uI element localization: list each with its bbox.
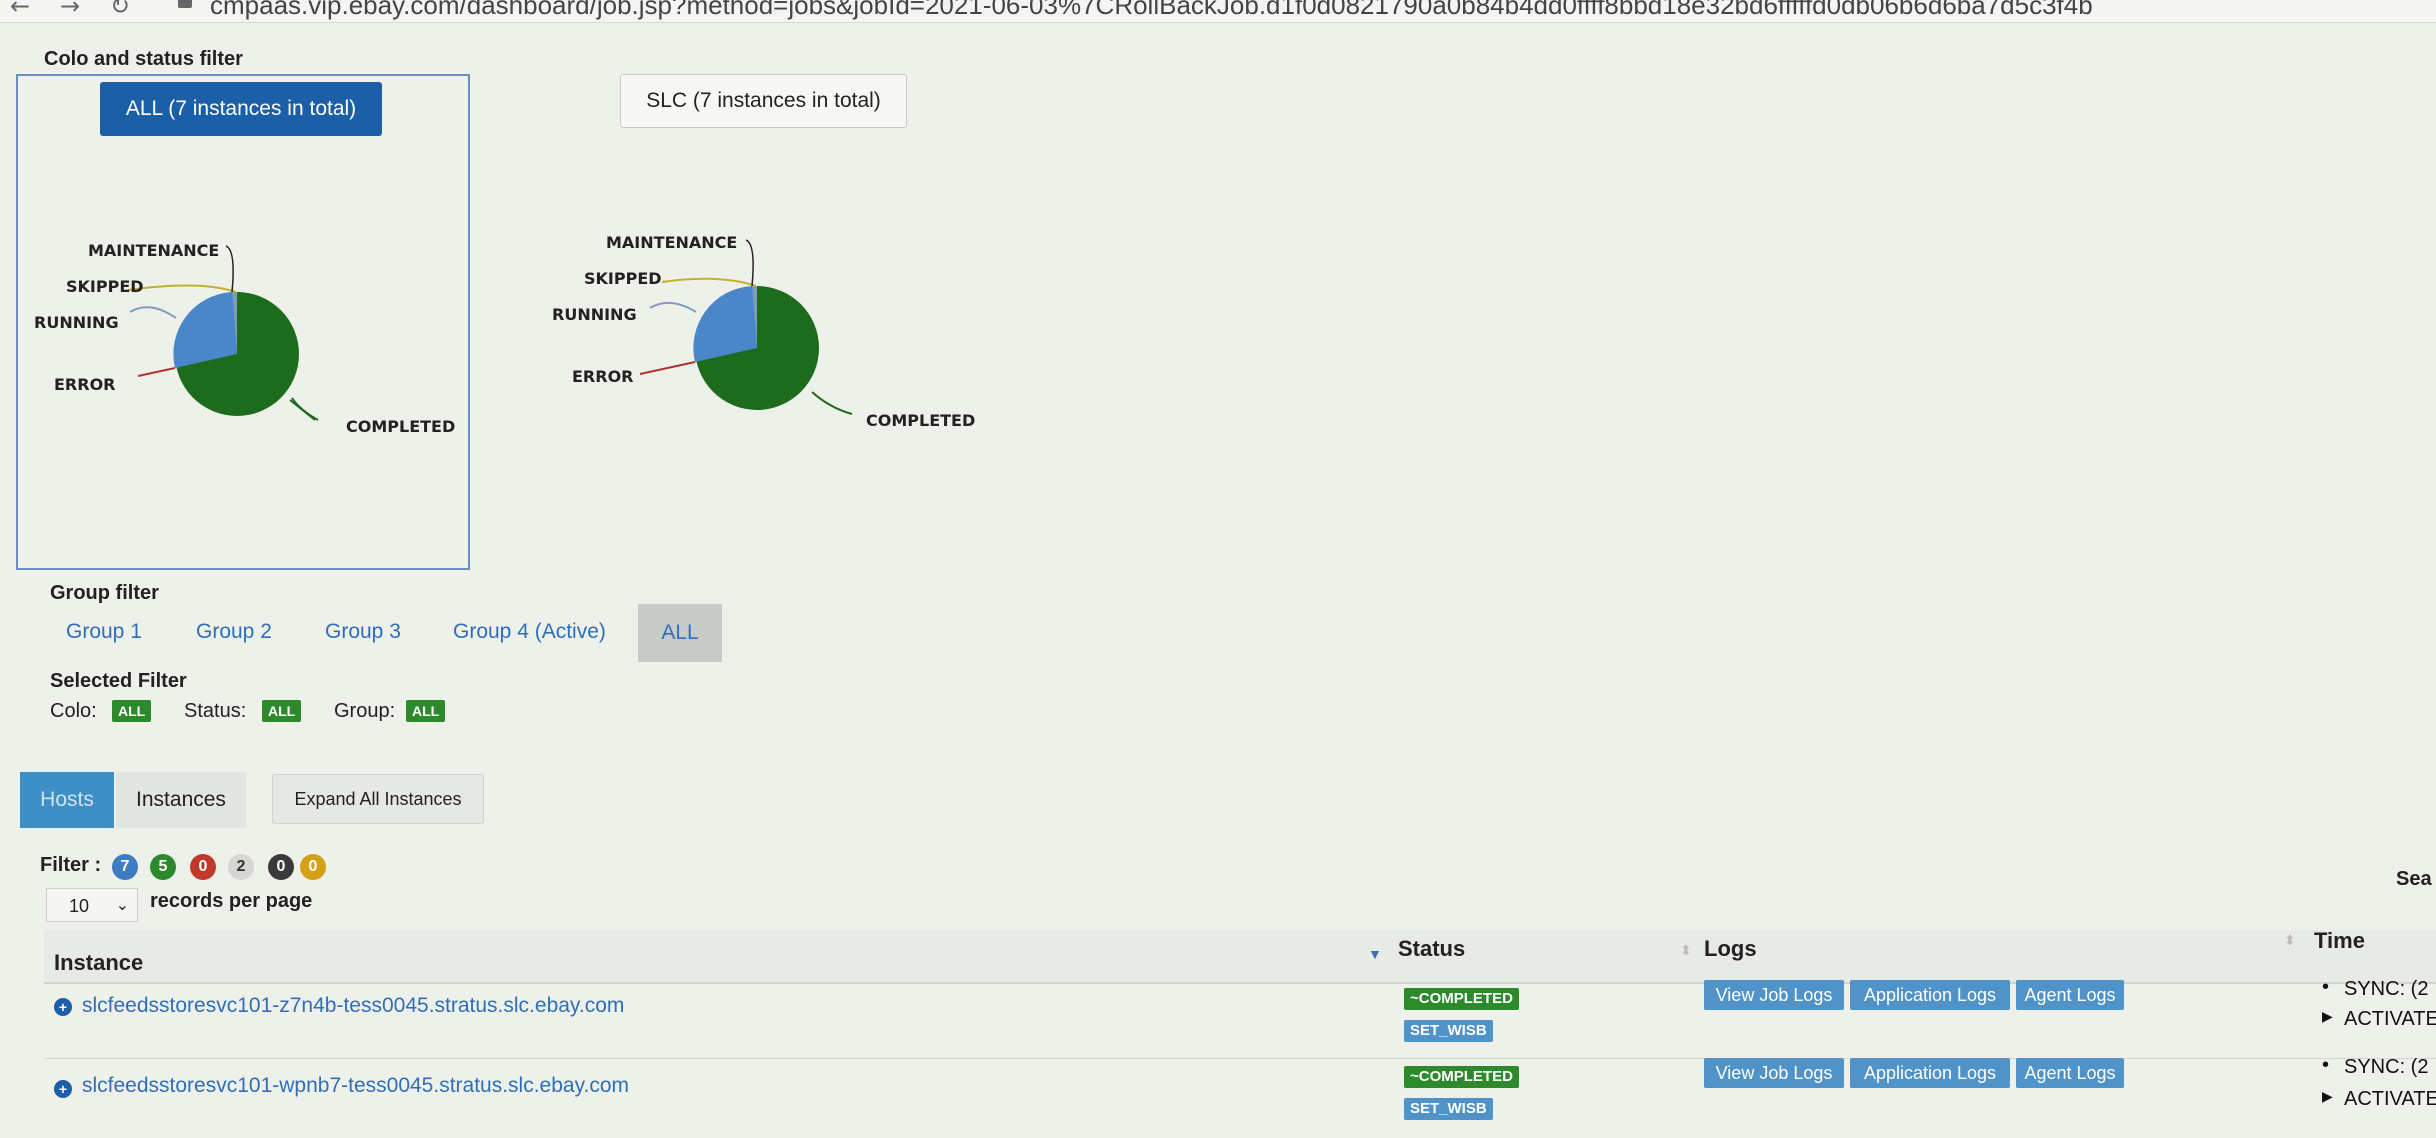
- pie-all-running-label: RUNNING: [34, 313, 119, 332]
- group-filter-all[interactable]: ALL: [638, 604, 722, 662]
- time-bullet: •: [2322, 1054, 2330, 1076]
- table-header-row: [44, 930, 2436, 984]
- records-per-page-value: 10: [69, 896, 90, 916]
- expand-row-icon[interactable]: +: [54, 998, 72, 1016]
- sub-status-badge: SET_WISB: [1404, 1098, 1493, 1120]
- selected-group-badge: ALL: [406, 700, 446, 722]
- filter-count-4[interactable]: 0: [268, 854, 294, 880]
- status-badge: ~COMPLETED: [1404, 988, 1519, 1010]
- group-filter-title: Group filter: [50, 582, 159, 604]
- pie-slc-maintenance-label: MAINTENANCE: [606, 233, 737, 252]
- view-job-logs-button[interactable]: View Job Logs: [1704, 980, 1844, 1010]
- selected-colo-label: Colo:: [50, 700, 97, 722]
- expand-all-instances-button[interactable]: Expand All Instances: [272, 774, 484, 824]
- pie-all-error-leader: [137, 367, 176, 377]
- caret-right-icon[interactable]: ▶: [2322, 1008, 2333, 1025]
- time-sync: SYNC: (2: [2344, 978, 2429, 1000]
- status-badge: ~COMPLETED: [1404, 1066, 1519, 1088]
- pie-slc-error-leader: [639, 361, 696, 375]
- sort-desc-icon[interactable]: ▼: [1368, 946, 1382, 962]
- selected-filter-title: Selected Filter: [50, 670, 187, 692]
- sub-status-badge: SET_WISB: [1404, 1020, 1493, 1042]
- th-instance[interactable]: Instance: [54, 950, 143, 976]
- expand-row-icon[interactable]: +: [54, 1080, 72, 1098]
- th-status[interactable]: Status: [1398, 936, 1465, 962]
- pie-all-maintenance-label: MAINTENANCE: [88, 241, 219, 260]
- group-filter-1[interactable]: Group 1: [66, 620, 142, 644]
- view-job-logs-button[interactable]: View Job Logs: [1704, 1058, 1844, 1088]
- filter-count-5[interactable]: 0: [300, 854, 326, 880]
- group-filter-3[interactable]: Group 3: [325, 620, 401, 644]
- selected-group-label: Group:: [334, 700, 396, 722]
- filter-label: Filter :: [40, 854, 102, 876]
- selected-colo-badge: ALL: [112, 700, 152, 722]
- th-time[interactable]: Time: [2314, 928, 2365, 954]
- application-logs-button[interactable]: Application Logs: [1850, 1058, 2010, 1088]
- filter-count-3[interactable]: 2: [228, 854, 254, 880]
- filter-count-0[interactable]: 7: [112, 854, 138, 880]
- group-filter-4-active[interactable]: Group 4 (Active): [453, 620, 606, 644]
- group-filter-2[interactable]: Group 2: [196, 620, 272, 644]
- filter-count-2[interactable]: 0: [190, 854, 216, 880]
- time-activate: ACTIVATE: [2344, 1088, 2436, 1110]
- instance-link[interactable]: slcfeedsstoresvc101-z7n4b-tess0045.strat…: [82, 994, 624, 1018]
- pie-slc-skipped-label: SKIPPED: [584, 269, 662, 288]
- pie-all-error-label: ERROR: [54, 375, 116, 394]
- time-bullet: •: [2322, 976, 2330, 998]
- records-per-page-label: records per page: [150, 890, 313, 912]
- pie-all-skipped-label: SKIPPED: [66, 277, 144, 296]
- pie-all[interactable]: [127, 245, 319, 421]
- agent-logs-button[interactable]: Agent Logs: [2016, 1058, 2124, 1088]
- th-logs[interactable]: Logs: [1704, 936, 1757, 962]
- selected-status-label: Status:: [184, 700, 247, 722]
- instance-link[interactable]: slcfeedsstoresvc101-wpnb7-tess0045.strat…: [82, 1074, 629, 1098]
- sort-icon[interactable]: ⬍: [1680, 942, 1692, 959]
- pie-slc-error-label: ERROR: [572, 367, 634, 386]
- sort-icon[interactable]: ⬍: [2284, 932, 2296, 949]
- pie-slc[interactable]: [639, 239, 853, 415]
- filter-count-1[interactable]: 5: [150, 854, 176, 880]
- status-pie-charts: MAINTENANCE SKIPPED RUNNING ERROR COMPLE…: [34, 233, 975, 436]
- time-sync: SYNC: (2: [2344, 1056, 2429, 1078]
- chevron-down-icon: ⌄: [115, 897, 129, 914]
- pie-all-completed-label: COMPLETED: [346, 417, 455, 436]
- pie-slc-running-label: RUNNING: [552, 305, 637, 324]
- agent-logs-button[interactable]: Agent Logs: [2016, 980, 2124, 1010]
- time-activate: ACTIVATE: [2344, 1008, 2436, 1030]
- application-logs-button[interactable]: Application Logs: [1850, 980, 2010, 1010]
- caret-right-icon[interactable]: ▶: [2322, 1088, 2333, 1105]
- pie-slc-completed-label: COMPLETED: [866, 411, 975, 430]
- tab-hosts[interactable]: Hosts: [20, 772, 114, 828]
- tab-instances[interactable]: Instances: [116, 772, 246, 828]
- selected-status-badge: ALL: [262, 700, 302, 722]
- records-per-page-select[interactable]: 10 ⌄: [46, 888, 138, 922]
- search-label: Sea: [2396, 868, 2432, 890]
